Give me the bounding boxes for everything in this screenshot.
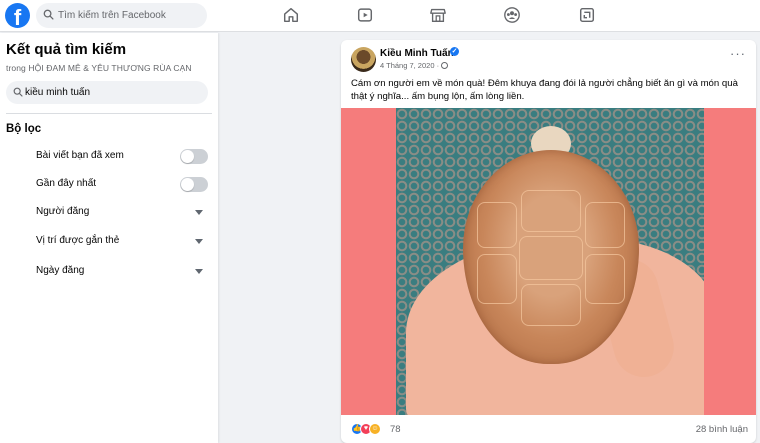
post-card: Kiều Minh Tuấn ✓ 4 Tháng 7, 2020 · ··· C… (341, 40, 756, 443)
group-context-subtitle: trong HỘI ĐAM MÊ & YÊU THƯƠNG RÙA CẠN (6, 63, 192, 73)
chevron-down-icon (195, 269, 203, 274)
most-recent-toggle[interactable] (180, 177, 208, 192)
search-icon (13, 87, 23, 97)
filter-tagged-location[interactable]: Vị trí được gắn thẻ (36, 233, 208, 251)
shell-scute (477, 202, 517, 248)
divider (6, 113, 212, 114)
groups-icon[interactable] (501, 5, 523, 25)
avatar[interactable] (351, 47, 376, 72)
shell-scute (477, 254, 517, 304)
tortoise-photo (396, 108, 704, 415)
filter-label: Bài viết bạn đã xem (36, 150, 124, 161)
verified-badge-icon: ✓ (450, 47, 459, 56)
gaming-icon[interactable] (576, 5, 598, 25)
more-options-button[interactable]: ··· (730, 47, 746, 60)
tortoise-shell (463, 150, 639, 364)
group-search-input[interactable] (25, 84, 203, 101)
filters-heading: Bộ lọc (6, 123, 42, 135)
facebook-search-box[interactable] (36, 3, 207, 28)
search-icon (43, 9, 54, 20)
home-icon[interactable] (280, 5, 302, 25)
post-meta: 4 Tháng 7, 2020 · (380, 61, 449, 70)
shell-scute (585, 202, 625, 248)
shell-scute (521, 284, 581, 326)
shell-scute (585, 254, 625, 304)
post-text: Cám ơn người em về món quà! Đêm khuya đa… (351, 78, 738, 102)
globe-icon (441, 62, 449, 69)
marketplace-icon[interactable] (427, 5, 449, 25)
filter-label: Gần đây nhất (36, 178, 97, 189)
filter-most-recent[interactable]: Gần đây nhất (36, 176, 208, 194)
filter-label: Người đăng (36, 206, 90, 217)
chevron-down-icon (195, 239, 203, 244)
post-author-name[interactable]: Kiều Minh Tuấn (380, 48, 454, 59)
filter-label: Vị trí được gắn thẻ (36, 235, 120, 246)
filter-label: Ngày đăng (36, 265, 85, 276)
filter-seen-posts[interactable]: Bài viết bạn đã xem (36, 148, 208, 166)
comments-count-link[interactable]: 28 bình luận (696, 424, 748, 435)
facebook-logo-icon[interactable]: f (5, 3, 30, 28)
seen-posts-toggle[interactable] (180, 149, 208, 164)
filter-date-posted[interactable]: Ngày đăng (36, 263, 208, 281)
reaction-count: 78 (390, 424, 401, 435)
top-navigation-bar: f (0, 0, 760, 32)
group-search-box[interactable] (6, 81, 208, 104)
post-date[interactable]: 4 Tháng 7, 2020 · (380, 61, 439, 70)
toggle-knob (181, 178, 194, 191)
watch-icon[interactable] (354, 5, 376, 25)
toggle-knob (181, 150, 194, 163)
filter-posted-by[interactable]: Người đăng (36, 204, 208, 222)
post-photo[interactable] (341, 108, 756, 415)
shell-scute (521, 190, 581, 232)
haha-reaction-icon: ☺ (369, 423, 381, 435)
shell-scute (519, 236, 583, 280)
chevron-down-icon (195, 210, 203, 215)
search-filters-sidebar: Kết quả tìm kiếm trong HỘI ĐAM MÊ & YÊU … (0, 33, 218, 443)
page-title: Kết quả tìm kiếm (6, 41, 127, 58)
facebook-search-input[interactable] (58, 7, 203, 24)
